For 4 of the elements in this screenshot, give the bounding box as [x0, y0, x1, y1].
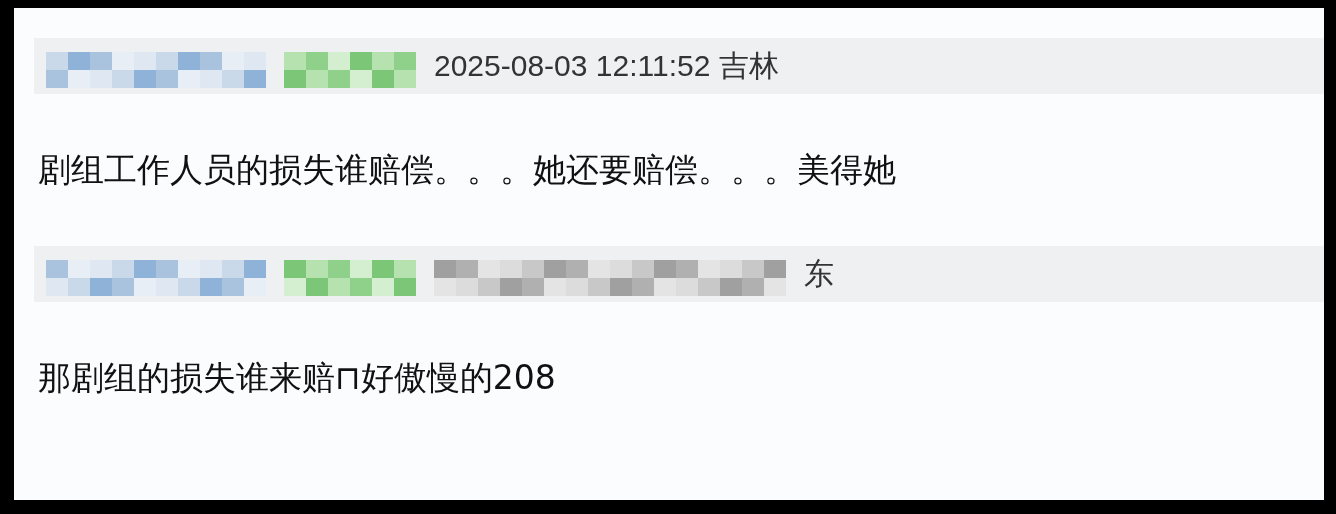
comment-meta: 2025-08-03 12:11:52 吉林 [434, 47, 779, 84]
comment-text: 剧组工作人员的损失谁赔偿。。。她还要赔偿。。。美得她 [38, 148, 896, 191]
comment-text: 那剧组的损失谁来赔⊓好傲慢的208 [38, 356, 556, 399]
comment-meta: 东 [804, 255, 834, 292]
